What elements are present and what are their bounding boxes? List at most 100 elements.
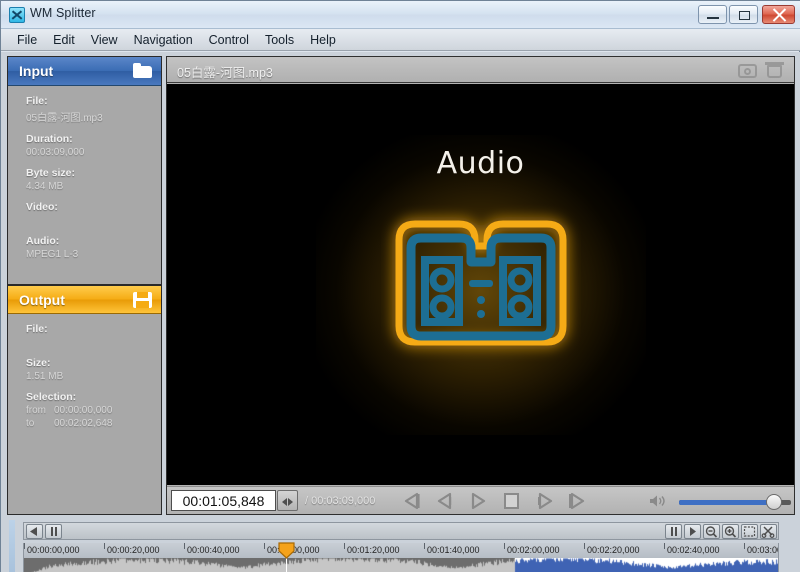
close-button[interactable]: [762, 5, 795, 24]
output-panel-header: Output: [8, 285, 161, 314]
total-duration-label: / 00:03:09,000: [305, 495, 376, 507]
ruler-tick-label: 00:00:00,000: [27, 545, 80, 555]
input-file-label: File:: [26, 95, 48, 107]
timeline-panel: 00:00:00,000 00:00:20,000 00:00:40,000 00:0…: [1, 520, 800, 572]
volume-slider[interactable]: [679, 494, 791, 510]
window-title: WM Splitter: [30, 6, 96, 20]
selection-from-key: from: [26, 405, 46, 416]
volume-slider-fill: [679, 500, 775, 505]
input-fields: File: 05白露-河图.mp3 Duration: 00:03:09,000…: [8, 86, 161, 260]
output-size-value: 1.51 MB: [26, 371, 64, 382]
maximize-button[interactable]: [729, 5, 758, 24]
output-panel-title: Output: [19, 291, 65, 308]
selection-to-row: to 00:02:02,648: [26, 418, 161, 429]
menu-item-tools[interactable]: Tools: [257, 31, 302, 49]
waveform-display[interactable]: [23, 558, 779, 572]
ruler-tick: [584, 543, 585, 549]
ruler-tick: [344, 543, 345, 549]
stereo-system-icon: [395, 220, 566, 346]
input-audio-label: Audio:: [26, 235, 60, 247]
play-icon[interactable]: [684, 524, 701, 539]
input-duration-label: Duration:: [26, 133, 73, 145]
ruler-tick: [24, 543, 25, 549]
playhead-marker[interactable]: [278, 542, 295, 559]
pause-icon[interactable]: [665, 524, 682, 539]
selection-from-value: 00:00:00,000: [54, 405, 113, 416]
camera-icon[interactable]: [738, 61, 757, 78]
timeline-left-gutter: [1, 520, 23, 572]
ruler-tick: [504, 543, 505, 549]
input-duration-value: 00:03:09,000: [26, 147, 85, 158]
main-body: Input File: 05白露-河图.mp3 Duration: 00:03:…: [1, 52, 800, 520]
pause-bars-icon[interactable]: [45, 524, 62, 539]
skip-next-icon[interactable]: [564, 491, 590, 511]
minimize-button[interactable]: [698, 5, 727, 24]
input-panel-title: Input: [19, 63, 54, 79]
output-file-value: [26, 337, 161, 348]
input-bytesize-label: Byte size:: [26, 167, 76, 179]
timeline-left-strip: [9, 520, 15, 572]
timeline-ruler[interactable]: 00:00:00,000 00:00:20,000 00:00:40,000 00:0…: [23, 543, 779, 558]
menu-item-view[interactable]: View: [83, 31, 126, 49]
left-right-spinner-icon[interactable]: [277, 490, 298, 511]
ruler-tick: [104, 543, 105, 549]
input-video-label: Video:: [26, 201, 58, 213]
timeline-toolbar: [23, 522, 779, 540]
magnifier-plus-icon[interactable]: [722, 524, 739, 539]
step-forward-icon[interactable]: [531, 491, 557, 511]
ruler-tick-label: 00:01:40,000: [427, 545, 480, 555]
input-panel-header: Input: [8, 57, 161, 86]
ruler-tick-label: 00:02:00,000: [507, 545, 560, 555]
menu-item-navigation[interactable]: Navigation: [126, 31, 201, 49]
triangle-left-icon[interactable]: [26, 524, 43, 539]
output-size-label: Size:: [26, 357, 51, 369]
ruler-tick: [744, 543, 745, 549]
scissors-icon[interactable]: [760, 524, 777, 539]
magnifier-minus-icon[interactable]: [703, 524, 720, 539]
input-audio-value: MPEG1 L-3: [26, 249, 79, 260]
ruler-tick-label: 00:00:40,000: [187, 545, 240, 555]
selection-to-value: 00:02:02,648: [54, 418, 113, 429]
trash-icon[interactable]: [765, 61, 784, 78]
stop-icon[interactable]: [498, 491, 524, 511]
preview-filename: 05白露-河图.mp3: [177, 66, 273, 80]
floppy-save-icon[interactable]: [133, 292, 152, 308]
menu-item-file[interactable]: File: [9, 31, 45, 49]
ruler-tick-label: 00:02:40,000: [667, 545, 720, 555]
ruler-tick: [184, 543, 185, 549]
current-timecode-field[interactable]: 00:01:05,848: [171, 490, 276, 511]
ruler-tick-label: 00:00:20,000: [107, 545, 160, 555]
video-stage[interactable]: Audio: [167, 84, 794, 485]
selection-to-key: to: [26, 418, 35, 429]
menu-item-control[interactable]: Control: [201, 31, 257, 49]
input-panel: Input File: 05白露-河图.mp3 Duration: 00:03:…: [8, 57, 161, 285]
input-file-value: 05白露-河图.mp3: [26, 113, 103, 124]
volume-slider-knob[interactable]: [766, 494, 783, 510]
output-selection-label: Selection:: [26, 391, 77, 403]
menu-bar: File Edit View Navigation Control Tools …: [1, 29, 800, 51]
ruler-tick-label: 00:03:00,000: [747, 545, 778, 555]
output-panel: Output File: Size: 1.51 MB Selection: fr…: [8, 285, 161, 514]
transport-bar: 00:01:05,848 / 00:03:09,000: [167, 486, 794, 514]
selection-from-row: from 00:00:00,000: [26, 405, 161, 416]
input-bytesize-value: 4.34 MB: [26, 181, 64, 192]
speaker-icon[interactable]: [649, 494, 667, 508]
menu-item-edit[interactable]: Edit: [45, 31, 83, 49]
title-bar: WM Splitter: [1, 1, 800, 29]
waveform-canvas: [24, 558, 778, 572]
wm-splitter-window: WM Splitter File Edit View Navigation Co…: [0, 0, 800, 572]
menu-item-help[interactable]: Help: [302, 31, 344, 49]
ruler-tick: [424, 543, 425, 549]
artwork-title: Audio: [436, 146, 525, 181]
folder-open-icon[interactable]: [133, 63, 152, 79]
wm-splitter-icon: [9, 7, 25, 23]
select-all-icon[interactable]: [741, 524, 758, 539]
preview-header: 05白露-河图.mp3: [167, 57, 794, 83]
preview-panel: 05白露-河图.mp3 Audio 00:01:05,848 / 00:03:0…: [166, 56, 795, 515]
play-icon[interactable]: [465, 491, 491, 511]
ruler-tick-label: 00:02:20,000: [587, 545, 640, 555]
ruler-tick-label: 00:01:20,000: [347, 545, 400, 555]
ruler-tick: [664, 543, 665, 549]
step-back-icon[interactable]: [432, 491, 458, 511]
skip-previous-icon[interactable]: [399, 491, 425, 511]
